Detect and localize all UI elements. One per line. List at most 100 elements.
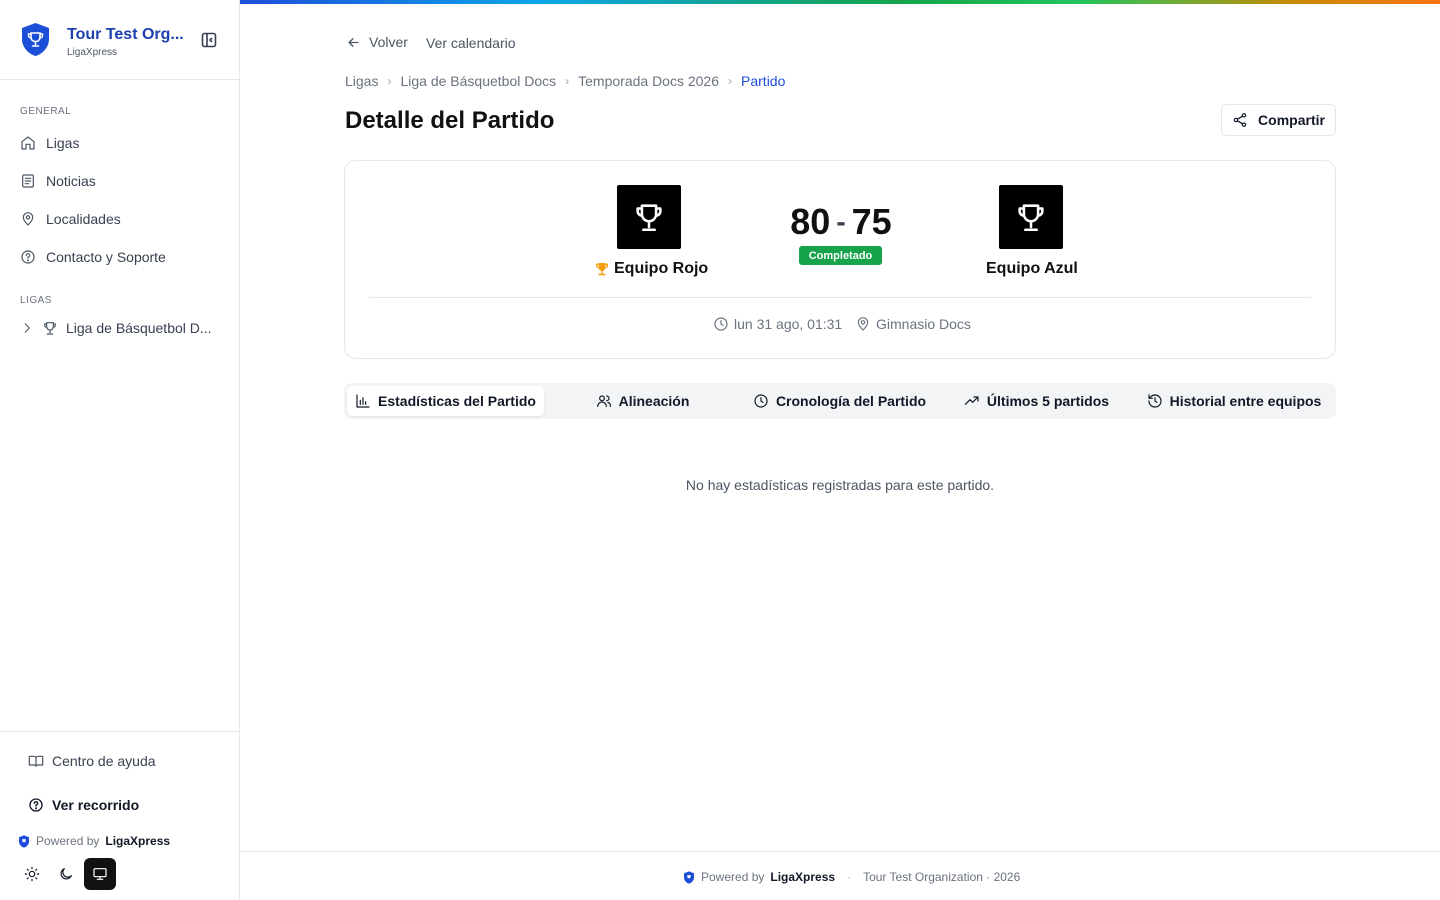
home-team-logo[interactable] xyxy=(617,185,681,249)
powered-by: Powered by LigaXpress xyxy=(18,834,170,848)
help-circle-icon xyxy=(21,250,35,264)
tab-label: Alineación xyxy=(618,393,690,409)
sidebar: Tour Test Org... LigaXpress GENERAL Liga… xyxy=(0,0,240,900)
breadcrumb-season[interactable]: Temporada Docs 2026 xyxy=(578,73,719,89)
sidebar-item-label: Localidades xyxy=(46,211,121,227)
theme-system-button[interactable] xyxy=(84,858,116,890)
chevron-right-icon: › xyxy=(565,74,570,88)
calendar-link[interactable]: Ver calendario xyxy=(426,35,516,51)
share-icon xyxy=(1233,113,1247,127)
book-open-icon xyxy=(28,755,44,767)
footer-powered-brand[interactable]: LigaXpress xyxy=(770,870,835,884)
tab-alineacion[interactable]: Alineación xyxy=(544,386,741,416)
sidebar-collapse-icon[interactable] xyxy=(200,31,218,49)
powered-brand[interactable]: LigaXpress xyxy=(105,834,170,848)
clock-icon xyxy=(714,317,728,331)
away-team-logo[interactable] xyxy=(999,185,1063,249)
tab-estadisticas[interactable]: Estadísticas del Partido xyxy=(347,386,544,416)
away-score: 75 xyxy=(851,201,892,242)
away-team[interactable]: Equipo Azul xyxy=(986,260,1078,278)
divider xyxy=(369,297,1311,298)
newspaper-icon xyxy=(22,174,34,188)
section-label-ligas: LIGAS xyxy=(20,295,52,306)
chevron-right-icon: › xyxy=(387,74,392,88)
sidebar-item-label: Contacto y Soporte xyxy=(46,249,166,265)
back-label: Volver xyxy=(369,34,408,50)
map-pin-icon xyxy=(22,212,34,226)
match-date: lun 31 ago, 01:31 xyxy=(713,316,842,332)
home-score: 80 xyxy=(790,201,831,242)
sidebar-item-noticias[interactable]: Noticias xyxy=(20,169,96,193)
score-separator: - xyxy=(836,206,846,237)
tab-label: Últimos 5 partidos xyxy=(986,393,1110,409)
org-header: Tour Test Org... LigaXpress xyxy=(0,0,239,80)
chevron-right-icon: › xyxy=(728,74,733,88)
breadcrumb-ligas[interactable]: Ligas xyxy=(345,73,378,89)
top-gradient-bar xyxy=(240,0,1440,4)
tour-label: Ver recorrido xyxy=(52,797,140,813)
powered-prefix: Powered by xyxy=(36,834,100,848)
trophy-icon xyxy=(636,204,662,232)
scoreboard: 80-75 xyxy=(781,201,901,243)
sidebar-league-item[interactable]: Liga de Básquetbol D... xyxy=(20,320,220,336)
breadcrumb-league[interactable]: Liga de Básquetbol Docs xyxy=(400,73,556,89)
moon-icon xyxy=(60,868,72,880)
clock-icon xyxy=(754,394,768,408)
tab-label: Historial entre equipos xyxy=(1169,393,1322,409)
theme-light-button[interactable] xyxy=(16,858,48,890)
match-venue-label: Gimnasio Docs xyxy=(876,316,971,332)
status-badge: Completado xyxy=(799,246,882,265)
share-label: Compartir xyxy=(1258,112,1325,128)
org-name[interactable]: Tour Test Org... xyxy=(67,26,187,44)
sidebar-item-contacto[interactable]: Contacto y Soporte xyxy=(20,245,166,269)
home-icon xyxy=(21,136,35,150)
tab-ultimos-partidos[interactable]: Últimos 5 partidos xyxy=(938,386,1135,416)
share-button[interactable]: Compartir xyxy=(1221,104,1336,136)
tab-cronologia[interactable]: Cronología del Partido xyxy=(741,386,938,416)
trophy-icon xyxy=(44,322,56,335)
sun-icon xyxy=(24,866,40,882)
breadcrumb: Ligas › Liga de Básquetbol Docs › Tempor… xyxy=(345,73,785,89)
footer-org: Tour Test Organization · 2026 xyxy=(863,870,1021,884)
winner-trophy-icon xyxy=(596,263,608,276)
org-shield-logo-icon xyxy=(22,23,49,56)
sidebar-item-ligas[interactable]: Ligas xyxy=(20,131,79,155)
away-team-name: Equipo Azul xyxy=(986,260,1078,277)
bar-chart-icon xyxy=(356,394,370,408)
sidebar-item-localidades[interactable]: Localidades xyxy=(20,207,121,231)
sidebar-item-label: Ligas xyxy=(46,135,80,151)
footer-separator: · xyxy=(847,870,852,884)
tab-label: Estadísticas del Partido xyxy=(378,393,536,409)
trophy-icon xyxy=(1018,204,1044,232)
back-link[interactable]: Volver xyxy=(346,34,408,50)
page-title: Detalle del Partido xyxy=(345,107,555,134)
chevron-right-icon[interactable] xyxy=(20,321,34,335)
home-team-name: Equipo Rojo xyxy=(614,260,709,277)
org-subtitle: LigaXpress xyxy=(67,47,118,58)
map-pin-icon xyxy=(857,317,869,331)
theme-dark-button[interactable] xyxy=(50,858,82,890)
history-icon xyxy=(1148,394,1162,408)
trending-up-icon xyxy=(964,396,979,405)
match-venue: Gimnasio Docs xyxy=(855,316,971,332)
page-footer: Powered by LigaXpress · Tour Test Organi… xyxy=(240,851,1440,900)
help-center-link[interactable]: Centro de ayuda xyxy=(28,753,156,769)
users-icon xyxy=(596,395,611,407)
home-team[interactable]: Equipo Rojo xyxy=(594,260,708,278)
tab-label: Cronología del Partido xyxy=(775,393,927,409)
monitor-icon xyxy=(93,868,107,880)
section-label-general: GENERAL xyxy=(20,106,72,117)
match-tabs: Estadísticas del Partido Alineación Cron… xyxy=(344,383,1336,419)
ligaxpress-shield-icon xyxy=(683,870,695,884)
match-card: Equipo Rojo 80-75 Completado Equipo Azul… xyxy=(344,160,1336,359)
ligaxpress-shield-icon xyxy=(18,834,30,848)
tour-button[interactable]: Ver recorrido xyxy=(28,797,139,813)
help-circle-icon xyxy=(29,798,43,812)
sidebar-league-label: Liga de Básquetbol D... xyxy=(66,320,212,336)
sidebar-item-label: Noticias xyxy=(46,173,96,189)
match-date-label: lun 31 ago, 01:31 xyxy=(734,316,843,332)
footer-powered-prefix: Powered by xyxy=(701,870,765,884)
footer-powered-by: Powered by LigaXpress · Tour Test Organi… xyxy=(683,870,1020,884)
tab-historial[interactable]: Historial entre equipos xyxy=(1135,386,1333,416)
breadcrumb-current: Partido xyxy=(741,73,786,89)
